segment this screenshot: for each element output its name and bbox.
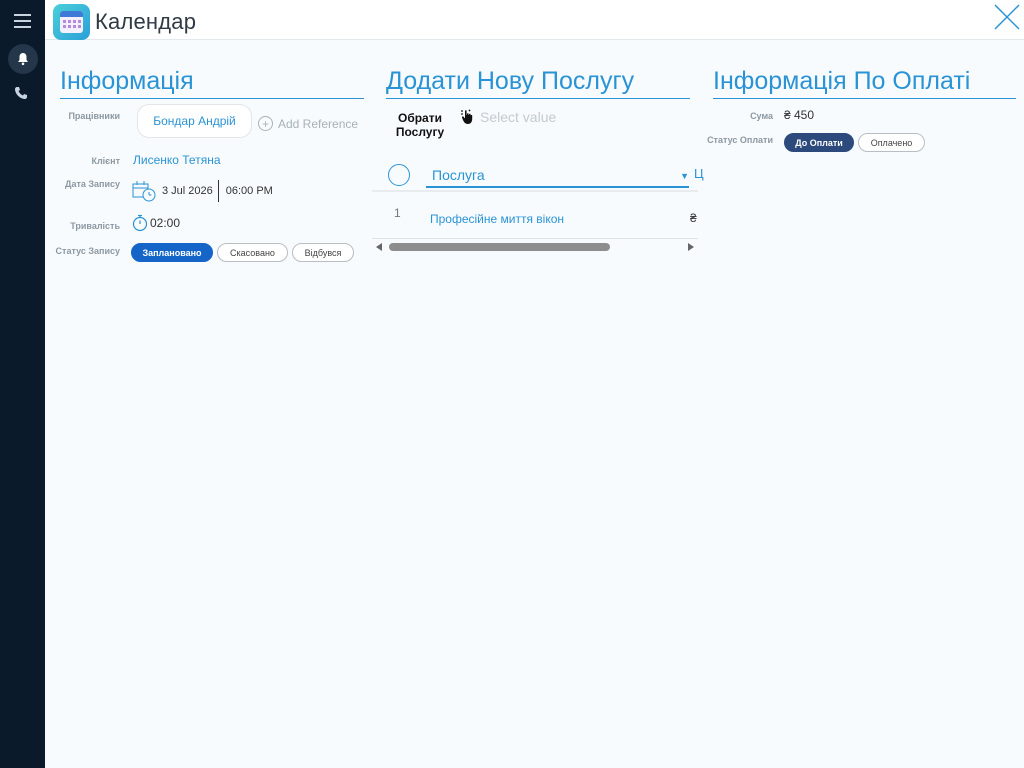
add-reference-label: Add Reference (278, 116, 359, 131)
payment-paid-button[interactable]: Оплачено (858, 133, 925, 152)
status-scheduled-button[interactable]: Заплановано (131, 243, 213, 262)
employees-label: Працівники (68, 111, 120, 121)
column-header-service[interactable]: Послуга ▼ (426, 164, 689, 188)
client-name-link[interactable]: Лисенко Тетяна (133, 153, 221, 167)
app-title: Календар (95, 9, 197, 34)
sum-label: Сума (750, 111, 773, 121)
add-reference-button[interactable]: + Add Reference (258, 116, 358, 131)
status-cancelled-button[interactable]: Скасовано (217, 243, 288, 262)
scroll-right-icon[interactable] (688, 243, 694, 251)
header-divider (372, 190, 698, 192)
top-header: Календар (45, 0, 1024, 40)
plus-circle-icon: + (258, 116, 273, 131)
scroll-left-icon[interactable] (376, 243, 382, 251)
calendar-clock-icon (132, 181, 156, 202)
status-completed-button[interactable]: Відбувся (292, 243, 354, 262)
payment-due-button[interactable]: До Оплати (784, 133, 854, 152)
sum-value: ₴ 450 (784, 108, 815, 122)
date-label: Дата Запису (65, 179, 120, 189)
sort-down-icon[interactable]: ▼ (680, 171, 689, 181)
stopwatch-icon (132, 214, 148, 232)
client-label: Клієнт (91, 156, 120, 166)
status-label: Статус Запису (55, 246, 120, 256)
select-placeholder: Select value (480, 109, 557, 125)
horizontal-scrollbar[interactable] (372, 240, 698, 254)
menu-icon[interactable] (14, 14, 31, 28)
row-divider (372, 238, 698, 239)
scrollbar-thumb[interactable] (389, 243, 610, 251)
date-value: 3 Jul 2026 (162, 185, 213, 197)
row-service-link[interactable]: Професійне миття вікон (430, 212, 564, 226)
time-value: 06:00 PM (225, 185, 273, 197)
column-header-service-label: Послуга (432, 167, 485, 183)
row-price: ₴ (690, 211, 697, 225)
date-time-picker[interactable]: 3 Jul 2026 06:00 PM (132, 180, 273, 202)
calendar-app-icon (53, 4, 90, 40)
close-icon[interactable] (992, 2, 1022, 32)
column-header-price[interactable]: Ц (694, 166, 704, 181)
bell-icon[interactable] (8, 44, 38, 74)
select-service-label: Обрати Послугу (395, 111, 445, 139)
left-sidebar (0, 0, 45, 768)
payment-status-label: Статус Оплати (707, 135, 773, 145)
payment-section-title: Інформація По Оплаті (713, 67, 1016, 99)
employee-name: Бондар Андрій (153, 114, 236, 128)
duration-label: Тривалість (70, 221, 120, 231)
select-all-checkbox[interactable] (388, 164, 410, 186)
service-section-title: Додати Нову Послугу (386, 67, 690, 99)
employee-chip[interactable]: Бондар Андрій (137, 104, 252, 138)
row-number: 1 (394, 206, 401, 220)
phone-icon[interactable] (14, 86, 31, 103)
pointer-hand-icon (461, 109, 473, 124)
info-section-title: Інформація (60, 67, 364, 99)
service-select[interactable]: Select value (460, 109, 556, 125)
date-time-divider (217, 180, 219, 202)
duration-value: 02:00 (150, 216, 181, 230)
duration-picker[interactable]: 02:00 (132, 214, 180, 232)
